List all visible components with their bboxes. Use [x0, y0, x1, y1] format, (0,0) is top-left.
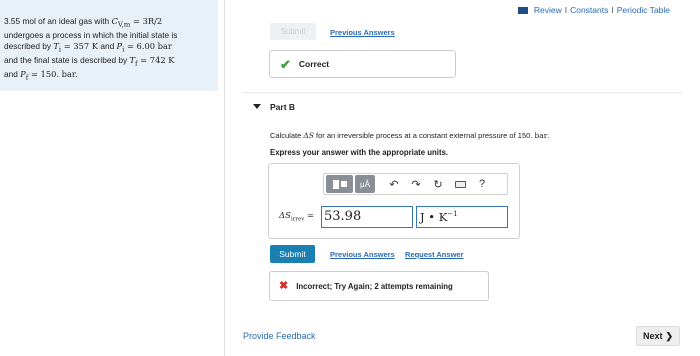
problem-line-1: 3.55 mol of an ideal gas with CV,m = 3R/…	[4, 16, 218, 30]
unit-text: J • K	[420, 210, 448, 224]
problem-math: = 357 K	[61, 40, 99, 51]
part-b-question: Calculate ΔS for an irreversible process…	[270, 131, 549, 140]
x-icon: ✖	[279, 279, 289, 292]
part-b-submit-button[interactable]: Submit	[270, 245, 315, 263]
book-icon	[517, 6, 528, 14]
answer-value-input[interactable]: 53.98	[321, 206, 413, 228]
answer-label-symbol: ΔS	[279, 211, 291, 221]
express-instruction: Express your answer with the appropriate…	[270, 148, 449, 157]
part-a-previous-answers-link[interactable]: Previous Answers	[330, 28, 395, 37]
templates-button[interactable]	[326, 175, 353, 193]
next-button[interactable]: Next ❯	[636, 326, 680, 346]
question-text: for an irreversible process at a constan…	[313, 131, 535, 140]
unit-exponent: −1	[447, 210, 458, 219]
redo-icon[interactable]: ↷	[405, 175, 427, 193]
question-unit: bar	[534, 131, 548, 140]
problem-statement: 3.55 mol of an ideal gas with CV,m = 3R/…	[0, 0, 218, 91]
top-links: Review I Constants I Periodic Table	[517, 5, 670, 15]
question-text: Calculate	[270, 131, 304, 140]
link-separator: I	[611, 5, 614, 15]
chevron-right-icon: ❯	[665, 330, 674, 341]
problem-math: = 6.00 bar	[124, 40, 172, 51]
template-block-icon	[332, 179, 339, 189]
problem-text: described by	[4, 40, 54, 51]
undo-icon[interactable]: ↶	[383, 175, 405, 193]
answer-box: μÅ ↶ ↷ ↻ ? ΔSirrev = 53.98 J • K−1	[268, 163, 520, 239]
constants-link[interactable]: Constants	[570, 5, 608, 15]
answer-label-sub: irrev	[290, 216, 305, 223]
answer-label: ΔSirrev =	[279, 211, 314, 223]
problem-line-4: and the final state is described by Tf =…	[4, 55, 218, 69]
problem-math: = 3R/2	[130, 16, 163, 26]
problem-text: and	[98, 40, 117, 51]
answer-label-eq: =	[304, 211, 315, 221]
units-button[interactable]: μÅ	[355, 175, 375, 193]
problem-text: and the final state is described by	[4, 55, 130, 66]
provide-feedback-link[interactable]: Provide Feedback	[243, 331, 316, 341]
request-answer-link[interactable]: Request Answer	[405, 250, 464, 259]
review-link[interactable]: Review	[534, 5, 562, 15]
collapse-triangle-icon[interactable]	[253, 104, 261, 109]
problem-line-2: undergoes a process in which the initial…	[4, 30, 178, 41]
question-text: .	[547, 131, 550, 140]
part-b-title: Part B	[270, 102, 296, 112]
problem-math: = 742 K	[137, 55, 175, 66]
keyboard-icon	[454, 180, 466, 188]
question-math: ΔS	[303, 131, 314, 140]
problem-line-5: and Pf = 150. bar.	[4, 69, 218, 83]
part-a-submit-button[interactable]: Submit	[270, 23, 316, 40]
correct-feedback: ✔ Correct	[269, 50, 456, 78]
answer-unit-input[interactable]: J • K−1	[416, 206, 508, 228]
check-icon: ✔	[280, 56, 291, 72]
problem-math: = 150. bar.	[28, 69, 78, 80]
next-label: Next	[642, 331, 663, 341]
panel-divider	[224, 0, 225, 356]
link-separator: I	[564, 5, 568, 15]
correct-label: Correct	[298, 59, 330, 69]
help-button[interactable]: ?	[471, 175, 493, 193]
incorrect-label: Incorrect; Try Again; 2 attempts remaini…	[296, 281, 453, 291]
periodic-table-link[interactable]: Periodic Table	[617, 5, 670, 15]
incorrect-feedback: ✖ Incorrect; Try Again; 2 attempts remai…	[269, 271, 489, 301]
template-block-icon	[340, 181, 347, 187]
problem-line-3: described by Ti = 357 K and Pi = 6.00 ba…	[4, 41, 218, 55]
math-toolbar: μÅ ↶ ↷ ↻ ?	[323, 173, 508, 195]
problem-sub: V,m	[117, 20, 131, 29]
part-separator	[243, 92, 683, 93]
keyboard-button[interactable]	[449, 175, 471, 193]
reset-icon[interactable]: ↻	[427, 175, 449, 193]
problem-text: and	[4, 69, 21, 80]
problem-text: 3.55 mol of an ideal gas with	[4, 16, 112, 26]
part-b-previous-answers-link[interactable]: Previous Answers	[330, 250, 395, 259]
